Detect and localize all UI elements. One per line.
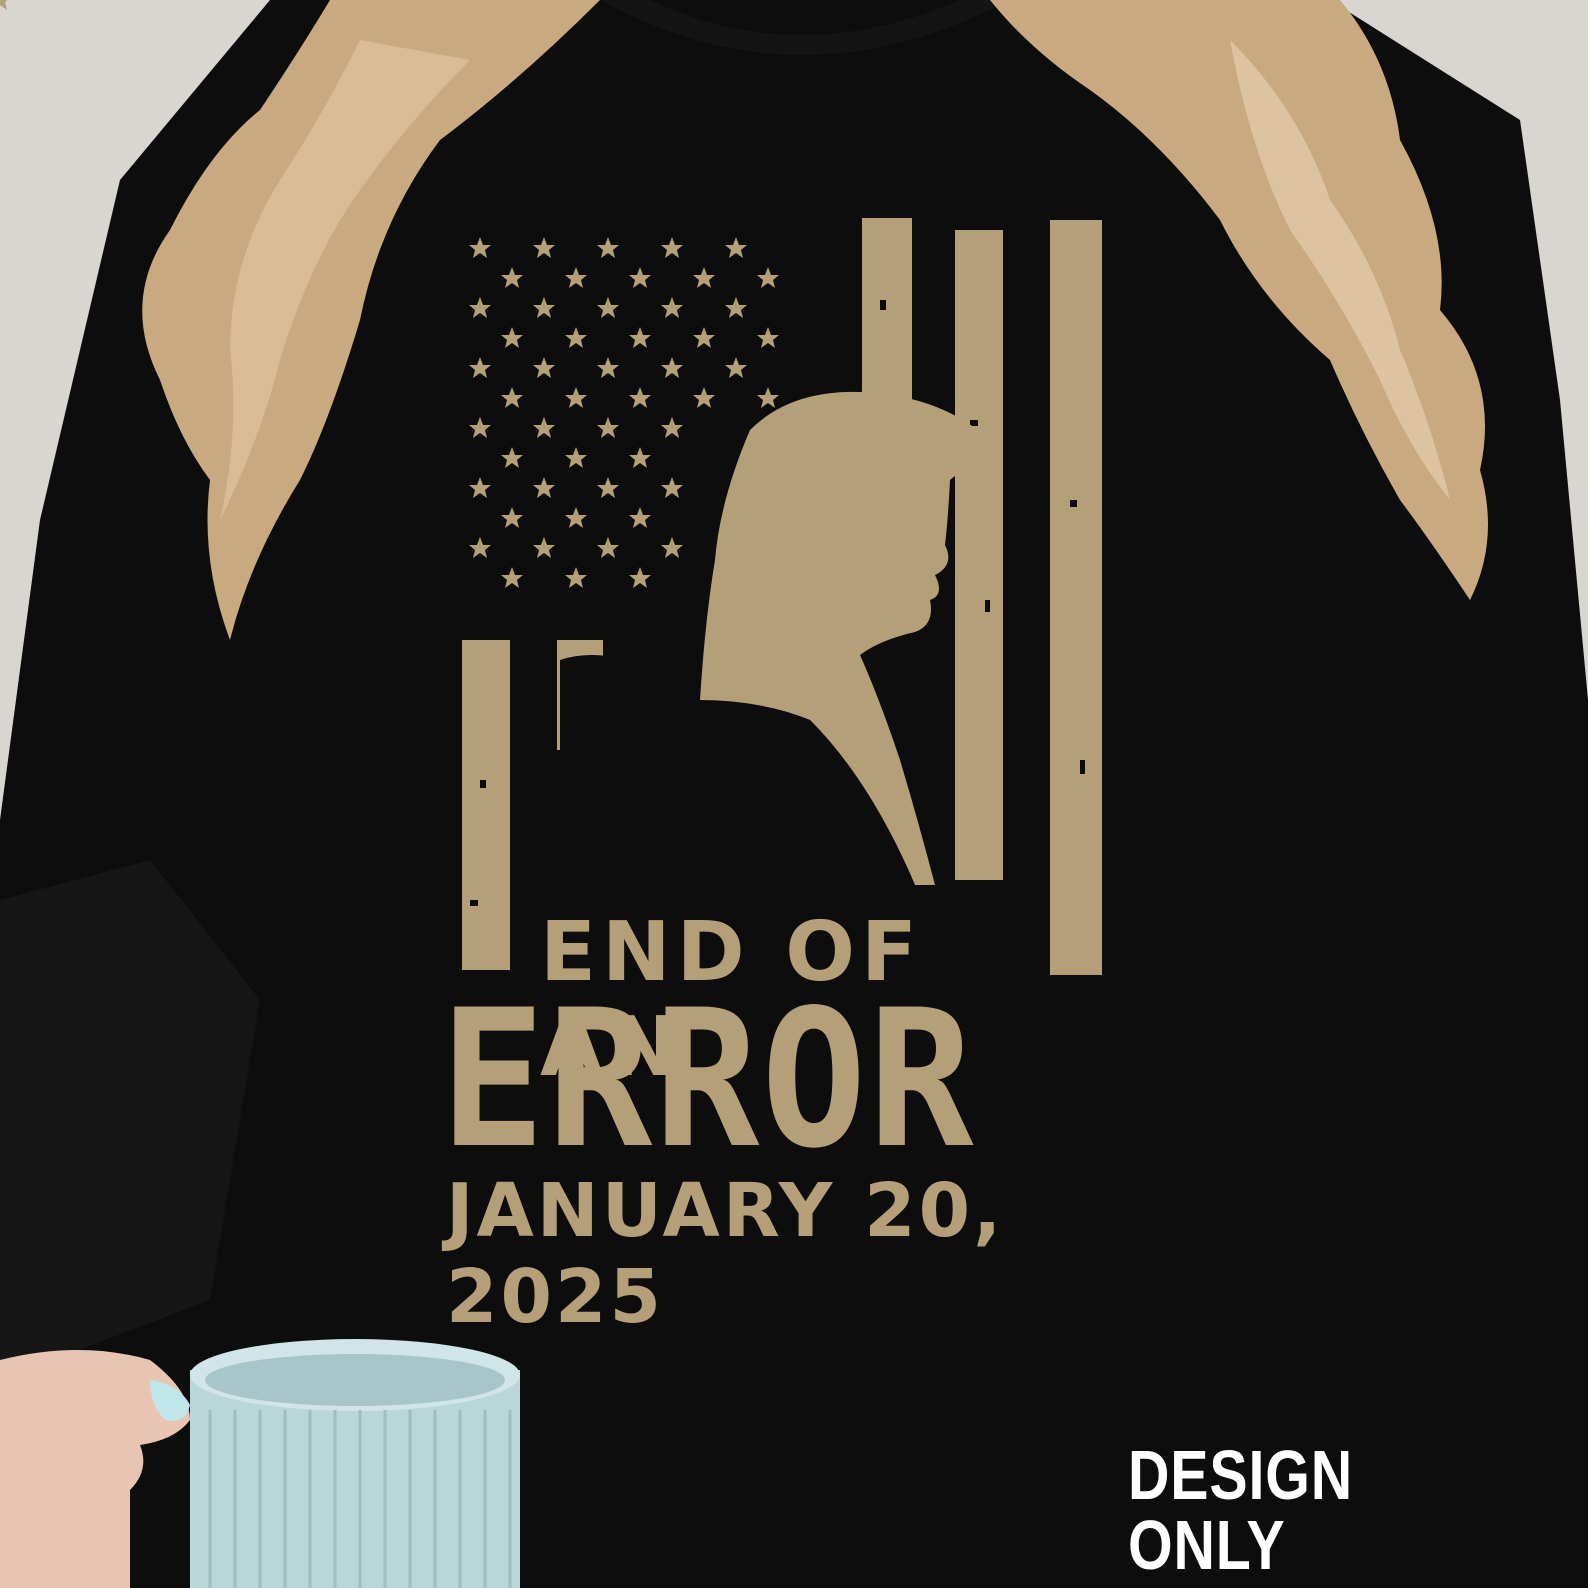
photo-scene	[0, 0, 1588, 1588]
print-line-error: ERROR	[440, 969, 976, 1190]
print-line-date: JANUARY 20, 2025	[446, 1168, 1005, 1340]
design-only-label: DESIGN ONLY	[1128, 1436, 1354, 1584]
mug	[190, 1339, 520, 1588]
